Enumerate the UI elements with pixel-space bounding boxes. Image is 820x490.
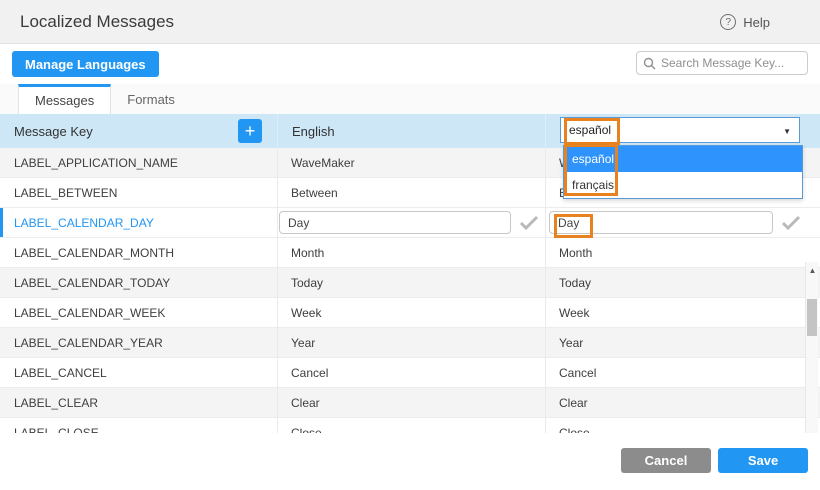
localized-value-cell: Clear [545,388,820,417]
search-icon [643,57,656,70]
tab-messages[interactable]: Messages [18,84,111,114]
english-value-cell: Clear [277,388,545,417]
confirm-check-icon[interactable] [519,215,539,230]
help-icon: ? [720,14,736,30]
tab-bar: Messages Formats [0,84,820,114]
english-value-cell: Between [277,178,545,207]
table-row[interactable]: LABEL_CALENDAR_WEEKWeekWeek [0,298,820,328]
message-key-cell: LABEL_APPLICATION_NAME [0,148,277,177]
save-button[interactable]: Save [718,448,808,473]
english-value-input[interactable] [279,211,511,234]
english-value-cell: Month [277,238,545,267]
english-value-cell: Today [277,268,545,297]
message-key-cell: LABEL_CALENDAR_MONTH [0,238,277,267]
table-row[interactable]: LABEL_CALENDAR_DAY [0,208,820,238]
localized-value-cell: Close [545,418,820,433]
english-value-cell: Close [277,418,545,433]
language-select[interactable]: español ▼ [560,117,800,143]
search-box[interactable] [636,51,808,75]
manage-languages-button[interactable]: Manage Languages [12,51,159,77]
english-value-cell: Year [277,328,545,357]
message-key-cell: LABEL_CLEAR [0,388,277,417]
search-input[interactable] [661,56,801,70]
english-value-cell: Week [277,298,545,327]
add-message-key-button[interactable]: + [238,119,262,143]
language-select-value: español [569,123,611,137]
column-header-message-key: Message Key [0,114,277,148]
table-row[interactable]: LABEL_CLOSECloseClose [0,418,820,433]
message-key-cell: LABEL_BETWEEN [0,178,277,207]
dialog-header: Localized Messages ? Help [0,0,820,44]
english-value-cell: WaveMaker [277,148,545,177]
localized-value-cell: Year [545,328,820,357]
help-label: Help [743,15,770,30]
localized-value-cell: Today [545,268,820,297]
message-key-cell: LABEL_CALENDAR_YEAR [0,328,277,357]
scrollbar-thumb[interactable] [807,299,817,336]
language-dropdown: españolfrançais [563,145,803,199]
language-option[interactable]: español [564,146,802,172]
localized-value-cell: Month [545,238,820,267]
language-option[interactable]: français [564,172,802,198]
localized-value-cell: Week [545,298,820,327]
page-title: Localized Messages [20,12,174,32]
message-key-cell: LABEL_CALENDAR_DAY [0,208,277,237]
vertical-scrollbar[interactable]: ▲ ▼ [805,262,818,433]
table-row[interactable]: LABEL_CALENDAR_TODAYTodayToday [0,268,820,298]
table-row[interactable]: LABEL_CANCELCancelCancel [0,358,820,388]
cancel-button[interactable]: Cancel [621,448,711,473]
tab-formats[interactable]: Formats [111,84,191,114]
scroll-up-icon[interactable]: ▲ [806,264,819,276]
confirm-check-icon[interactable] [781,215,801,230]
table-row[interactable]: LABEL_CALENDAR_YEARYearYear [0,328,820,358]
chevron-down-icon: ▼ [783,127,791,136]
column-header-english: English [277,114,545,148]
localized-value-cell [545,208,820,237]
table-row[interactable]: LABEL_CALENDAR_MONTHMonthMonth [0,238,820,268]
table-row[interactable]: LABEL_CLEARClearClear [0,388,820,418]
message-key-cell: LABEL_CALENDAR_WEEK [0,298,277,327]
english-value-cell [277,208,545,237]
toolbar: Manage Languages [0,44,820,84]
message-key-cell: LABEL_CLOSE [0,418,277,433]
message-key-cell: LABEL_CANCEL [0,358,277,387]
localized-value-cell: Cancel [545,358,820,387]
message-key-cell: LABEL_CALENDAR_TODAY [0,268,277,297]
english-value-cell: Cancel [277,358,545,387]
help-button[interactable]: ? Help [720,0,770,44]
localized-value-input[interactable] [549,211,773,234]
